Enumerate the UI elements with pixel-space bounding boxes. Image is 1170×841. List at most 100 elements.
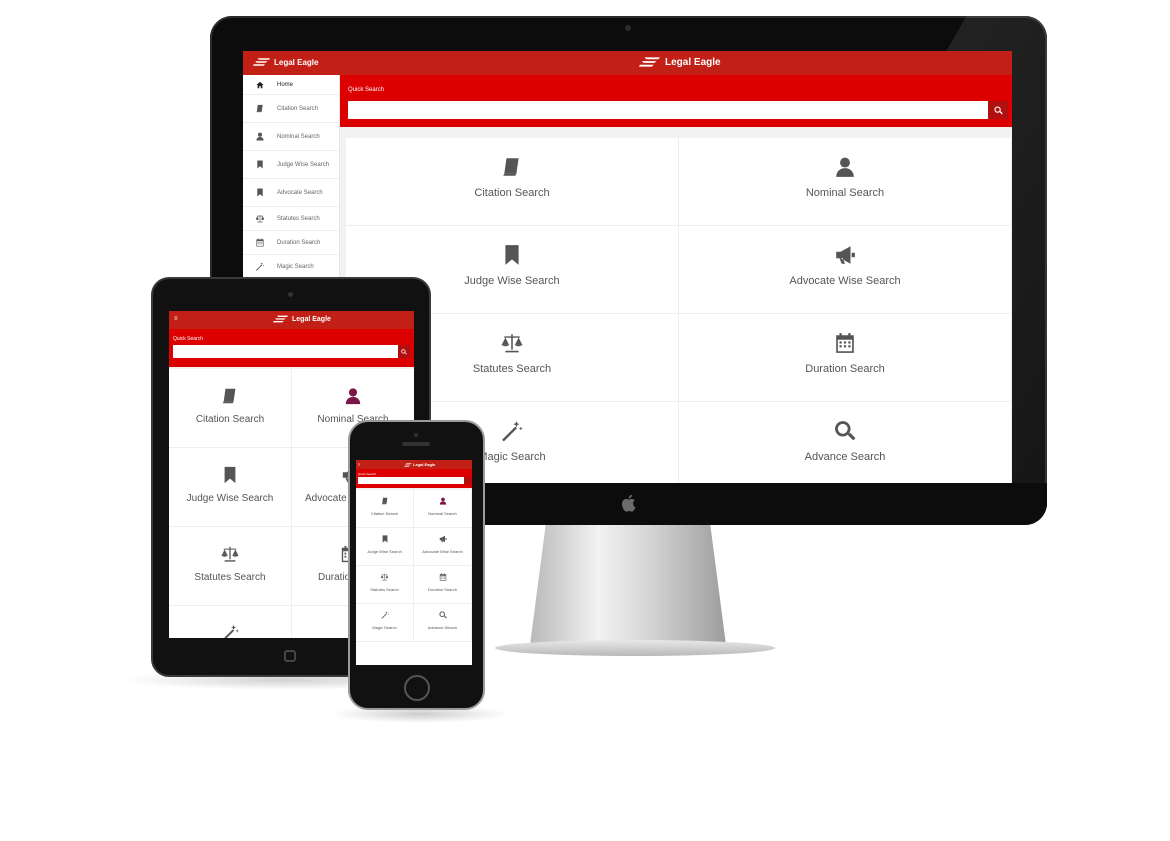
- apple-logo-icon: [621, 494, 636, 512]
- quick-search-button[interactable]: [398, 345, 410, 358]
- tile-judge-wise-search[interactable]: Judge Wise Search: [356, 528, 414, 566]
- sidebar-item-label: Statutes Search: [277, 215, 320, 222]
- sidebar-item-label: Home: [277, 81, 294, 88]
- user-icon: [344, 387, 362, 405]
- quick-search-input[interactable]: [348, 101, 988, 119]
- monitor-camera: [625, 25, 631, 31]
- bookmark-icon: [253, 188, 267, 197]
- sidebar-item-advocate-search[interactable]: Advocate Search: [243, 179, 339, 207]
- quick-search-input[interactable]: [173, 345, 398, 358]
- user-icon: [834, 156, 856, 178]
- home-icon: [253, 81, 267, 89]
- tile-label: Statutes Search: [472, 363, 552, 375]
- tile-citation-search[interactable]: Citation Search: [169, 369, 292, 448]
- magic-wand-icon: [253, 262, 267, 271]
- menu-icon[interactable]: ≡: [174, 316, 178, 322]
- sidebar-item-citation-search[interactable]: Citation Search: [243, 95, 339, 123]
- tile-label: Citation Search: [370, 511, 399, 516]
- sidebar-item-label: Duration Search: [277, 239, 321, 246]
- quick-search-bar: Quick Search: [356, 469, 472, 488]
- megaphone-icon: [439, 535, 447, 543]
- calendar-icon: [439, 573, 447, 581]
- search-icon: [994, 106, 1003, 115]
- logo-icon: [639, 56, 661, 68]
- calendar-icon: [253, 238, 267, 247]
- quick-search-button[interactable]: [988, 101, 1008, 119]
- quick-search-input[interactable]: [358, 477, 464, 484]
- brand-name: Legal Eagle: [292, 315, 331, 323]
- tile-label: Advocate Wise Search: [422, 549, 463, 554]
- bookmark-icon: [221, 466, 239, 484]
- tile-label: Citation Search: [195, 414, 265, 425]
- header-brand[interactable]: Legal Eagle: [639, 56, 721, 68]
- phone-screen: ≡ Legal Eagle Quick Search Citation Sear…: [356, 460, 472, 665]
- magic-wand-icon: [501, 420, 523, 442]
- tile-nominal-search[interactable]: Nominal Search: [414, 490, 472, 528]
- sidebar-item-label: Judge Wise Search: [277, 161, 330, 168]
- sidebar-item-duration-search[interactable]: Duration Search: [243, 231, 339, 255]
- bookmark-icon: [501, 244, 523, 266]
- quick-search-bar: Quick Search: [169, 329, 414, 367]
- sidebar-item-judge-wise-search[interactable]: Judge Wise Search: [243, 151, 339, 179]
- phone-speaker: [402, 442, 430, 446]
- tile-citation-search[interactable]: Citation Search: [356, 490, 414, 528]
- sidebar-item-statutes-search[interactable]: Statutes Search: [243, 207, 339, 231]
- tile-citation-search[interactable]: Citation Search: [346, 138, 679, 226]
- scale-icon: [380, 573, 389, 581]
- header-brand[interactable]: Legal Eagle: [273, 315, 331, 323]
- tile-statutes-search[interactable]: Statutes Search: [356, 566, 414, 604]
- tile-advance-search[interactable]: Advance Search: [414, 604, 472, 642]
- tile-advocate-wise-search[interactable]: Advocate Wise Search: [679, 226, 1012, 314]
- search-icon: [401, 349, 407, 355]
- tile-magic-search[interactable]: Magic Search: [356, 604, 414, 642]
- tile-label: Nominal Search: [428, 511, 457, 516]
- tile-label: Advocate Wise Search: [789, 275, 901, 287]
- menu-icon[interactable]: ≡: [358, 462, 360, 467]
- sidebar-item-label: Nominal Search: [277, 133, 320, 140]
- logo-icon: [253, 57, 271, 67]
- user-icon: [253, 132, 267, 141]
- sidebar-item-label: Advocate Search: [277, 189, 323, 196]
- brand-name: Legal Eagle: [274, 57, 319, 67]
- tile-label: Judge Wise Search: [186, 493, 274, 504]
- tile-judge-wise-search[interactable]: Judge Wise Search: [169, 448, 292, 527]
- bookmark-icon: [381, 535, 389, 543]
- book-icon: [221, 387, 239, 405]
- tile-advocate-wise-search[interactable]: Advocate Wise Search: [414, 528, 472, 566]
- tile-duration-search[interactable]: Duration Search: [414, 566, 472, 604]
- tile-label: Duration Search: [428, 587, 457, 592]
- tile-label: Duration Search: [805, 363, 885, 375]
- magic-wand-icon: [221, 624, 239, 638]
- top-navbar: ≡ Legal Eagle: [169, 311, 414, 329]
- scale-icon: [500, 332, 524, 354]
- quick-search-button[interactable]: [464, 477, 470, 484]
- tile-advance-search[interactable]: Advance Search: [679, 402, 1012, 483]
- logo-icon: [404, 463, 412, 467]
- tile-nominal-search[interactable]: Nominal Search: [679, 138, 1012, 226]
- bookmark-icon: [253, 160, 267, 169]
- monitor-stand: [530, 525, 726, 645]
- sidebar-brand[interactable]: Legal Eagle: [253, 57, 318, 67]
- tile-label: Statutes Search: [370, 587, 399, 592]
- tile-label: Duratio: [318, 572, 351, 583]
- tile-duration-search[interactable]: Duration Search: [679, 314, 1012, 402]
- top-navbar: Legal Eagle Legal Eagle: [243, 51, 1012, 75]
- logo-icon: [273, 315, 289, 323]
- tile-label: Citation Search: [474, 187, 550, 199]
- quick-search-bar: Quick Search: [340, 75, 1012, 127]
- calendar-icon: [834, 332, 856, 354]
- tile-label: Advance Search: [427, 625, 458, 630]
- tile-magic-search[interactable]: [169, 606, 292, 638]
- header-brand[interactable]: Legal Eagle: [404, 462, 435, 467]
- sidebar-item-nominal-search[interactable]: Nominal Search: [243, 123, 339, 151]
- scale-icon: [253, 214, 267, 223]
- sidebar-item-label: Magic Search: [277, 263, 314, 270]
- phone-home-button: [404, 675, 430, 701]
- monitor-base: [495, 640, 775, 656]
- tablet-home-button: [284, 650, 296, 662]
- search-icon: [834, 420, 856, 442]
- sidebar-item-home[interactable]: Home: [243, 75, 339, 95]
- search-icon: [439, 611, 447, 619]
- sidebar-item-magic-search[interactable]: Magic Search: [243, 255, 339, 279]
- tile-statutes-search[interactable]: Statutes Search: [169, 527, 292, 606]
